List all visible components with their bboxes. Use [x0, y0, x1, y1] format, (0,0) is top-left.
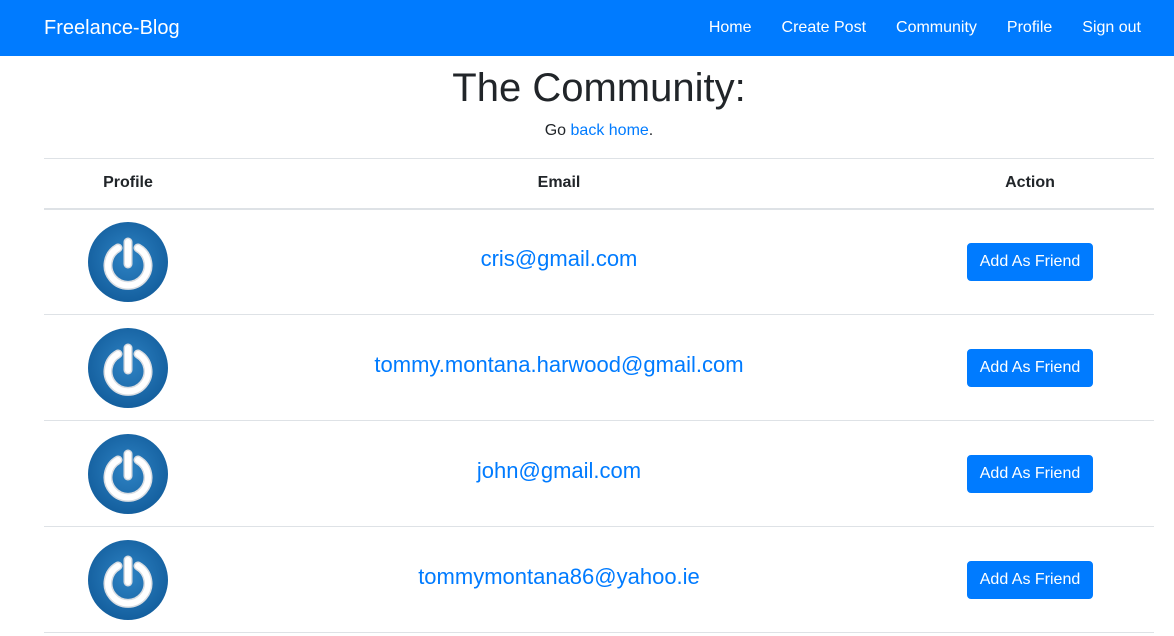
action-cell: Add As Friend [906, 526, 1154, 633]
email-header: Email [212, 158, 906, 210]
profile-cell [44, 420, 212, 527]
email-link[interactable]: cris@gmail.com [481, 246, 638, 271]
add-as-friend-button[interactable]: Add As Friend [966, 560, 1094, 599]
profile-cell [44, 314, 212, 421]
back-home-link[interactable]: back home [571, 122, 649, 139]
nav-sign-out-link[interactable]: Sign out [1082, 18, 1141, 38]
table-row: tommy.montana.harwood@gmail.com Add As F… [44, 314, 1154, 421]
email-cell: tommy.montana.harwood@gmail.com [212, 314, 906, 421]
brand-link[interactable]: Freelance-Blog [44, 16, 180, 40]
nav-profile-link[interactable]: Profile [1007, 18, 1052, 38]
nav-links: Home Create Post Community Profile Sign … [709, 18, 1141, 38]
email-cell: john@gmail.com [212, 420, 906, 527]
action-cell: Add As Friend [906, 420, 1154, 527]
nav-home-link[interactable]: Home [709, 18, 752, 38]
table-row: john@gmail.com Add As Friend [44, 420, 1154, 527]
power-avatar-icon[interactable] [88, 539, 168, 620]
subtitle-prefix: Go [544, 122, 571, 139]
nav-create-post-link[interactable]: Create Post [782, 18, 866, 38]
subtitle-suffix: . [648, 122, 654, 139]
email-cell: tommymontana86@yahoo.ie [212, 526, 906, 633]
add-as-friend-button[interactable]: Add As Friend [966, 454, 1094, 493]
add-as-friend-button[interactable]: Add As Friend [966, 348, 1094, 387]
community-table: Profile Email Action cris@gmail.com Add … [44, 158, 1154, 633]
power-avatar-icon[interactable] [88, 221, 168, 302]
email-link[interactable]: john@gmail.com [477, 458, 641, 483]
page-subtitle: Go back home. [0, 121, 1174, 141]
email-link[interactable]: tommy.montana.harwood@gmail.com [374, 352, 743, 377]
table-header-row: Profile Email Action [44, 158, 1154, 210]
action-cell: Add As Friend [906, 314, 1154, 421]
email-link[interactable]: tommymontana86@yahoo.ie [418, 564, 700, 589]
navbar: Freelance-Blog Home Create Post Communit… [0, 0, 1174, 56]
table-row: cris@gmail.com Add As Friend [44, 208, 1154, 315]
table-row: tommymontana86@yahoo.ie Add As Friend [44, 526, 1154, 633]
profile-header: Profile [44, 158, 212, 210]
action-cell: Add As Friend [906, 208, 1154, 315]
add-as-friend-button[interactable]: Add As Friend [966, 242, 1094, 281]
power-avatar-icon[interactable] [88, 327, 168, 408]
email-cell: cris@gmail.com [212, 208, 906, 315]
page-title: The Community: [452, 66, 746, 110]
profile-cell [44, 526, 212, 633]
action-header: Action [906, 158, 1154, 210]
nav-community-link[interactable]: Community [896, 18, 977, 38]
power-avatar-icon[interactable] [88, 433, 168, 514]
profile-cell [44, 208, 212, 315]
